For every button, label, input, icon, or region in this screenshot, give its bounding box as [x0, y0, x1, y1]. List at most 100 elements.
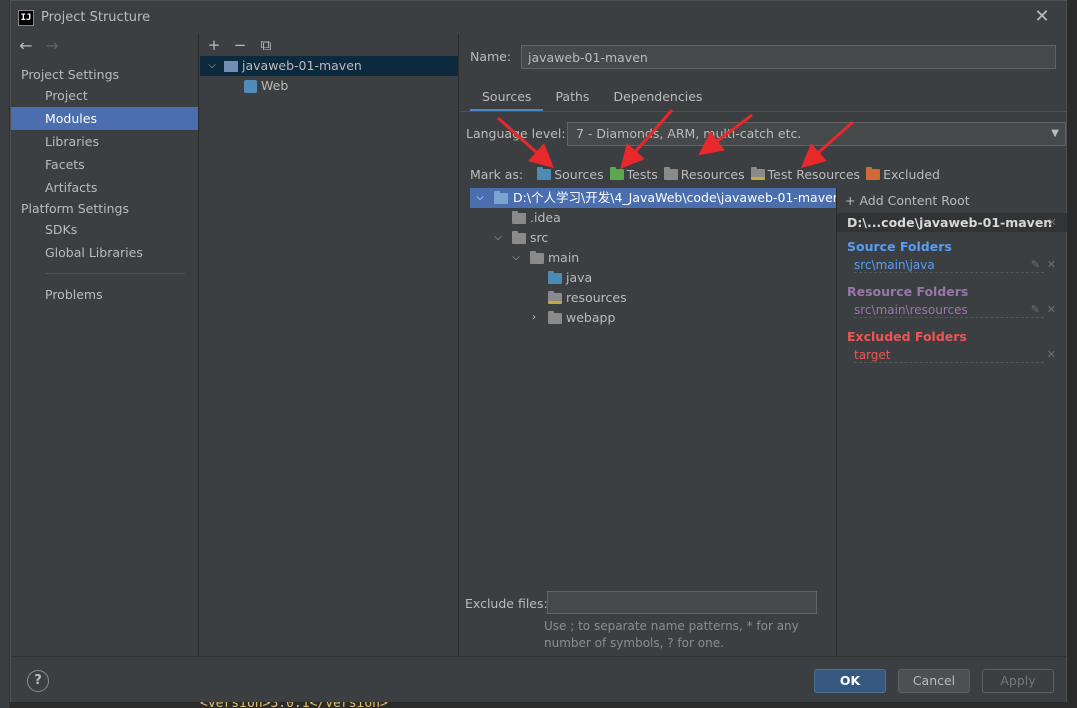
source-folder-path[interactable]: src\main\java	[854, 258, 1044, 273]
remove-excluded-icon[interactable]: ✕	[1047, 348, 1056, 361]
settings-sidebar: ← → Project Settings Project Modules Lib…	[11, 34, 199, 656]
test-resources-folder-icon	[750, 167, 765, 180]
mark-test-resources-label: Test Resources	[767, 167, 861, 182]
edit-icon[interactable]: ✎	[1031, 303, 1040, 316]
title-bar: IJ Project Structure ✕	[11, 1, 1066, 34]
facet-label: Web	[261, 78, 289, 93]
module-tree: ⌵ javaweb-01-maven Web	[200, 56, 458, 96]
mark-tests-button[interactable]: Tests	[609, 167, 658, 182]
tab-dependencies[interactable]: Dependencies	[601, 86, 714, 112]
mark-test-resources-button[interactable]: Test Resources	[750, 167, 861, 182]
copy-icon[interactable]: ⧉	[258, 36, 274, 54]
chevron-down-icon[interactable]: ⌵	[492, 228, 504, 248]
navigation-arrows: ← →	[17, 37, 61, 55]
tree-row-label: D:\个人学习\开发\4_JavaWeb\code\javaweb-01-mav…	[513, 190, 841, 205]
content-root-header: D:\...code\javaweb-01-maven ✕	[837, 213, 1067, 232]
mark-excluded-button[interactable]: Excluded	[866, 167, 940, 182]
tree-row-resources[interactable]: resources	[470, 288, 836, 308]
language-level-value: 7 - Diamonds, ARM, multi-catch etc.	[576, 126, 802, 141]
source-tree: ⌵ D:\个人学习\开发\4_JavaWeb\code\javaweb-01-m…	[470, 188, 841, 588]
chevron-down-icon[interactable]: ⌵	[206, 56, 218, 76]
module-row-web[interactable]: Web	[200, 76, 458, 96]
tree-row-idea[interactable]: .idea	[470, 208, 836, 228]
module-folder-icon	[224, 61, 238, 72]
sidebar-item-modules[interactable]: Modules	[11, 107, 198, 130]
mark-resources-button[interactable]: Resources	[663, 167, 745, 182]
add-content-root-button[interactable]: + Add Content Root	[845, 193, 970, 208]
tree-row-src[interactable]: ⌵ src	[470, 228, 836, 248]
group-platform-settings: Platform Settings	[21, 201, 129, 216]
sidebar-item-sdks[interactable]: SDKs	[11, 218, 198, 241]
module-label: javaweb-01-maven	[242, 58, 362, 73]
module-name-field[interactable]	[521, 45, 1056, 69]
tree-row-label: resources	[566, 290, 627, 305]
sources-folder-icon	[548, 271, 562, 284]
remove-icon[interactable]: −	[232, 36, 248, 54]
sidebar-item-facets[interactable]: Facets	[11, 153, 198, 176]
window-title: Project Structure	[41, 10, 151, 25]
remove-resource-icon[interactable]: ✕	[1047, 303, 1056, 316]
tree-row-main[interactable]: ⌵ main	[470, 248, 836, 268]
cancel-button[interactable]: Cancel	[898, 669, 970, 693]
folder-icon	[494, 191, 508, 204]
tests-folder-icon	[609, 167, 624, 180]
tree-row-label: src	[530, 230, 549, 245]
sidebar-item-libraries[interactable]: Libraries	[11, 130, 198, 153]
content-root-path: D:\...code\javaweb-01-maven	[847, 215, 1053, 230]
mark-sources-button[interactable]: Sources	[537, 167, 604, 182]
settings-tabs: Sources Paths Dependencies	[470, 86, 714, 112]
source-folders-heading: Source Folders	[847, 239, 952, 254]
remove-root-icon[interactable]: ✕	[1048, 213, 1057, 232]
sidebar-item-artifacts[interactable]: Artifacts	[11, 176, 198, 199]
language-level-select[interactable]: 7 - Diamonds, ARM, multi-catch etc. ▼	[567, 122, 1066, 146]
resource-folder-path[interactable]: src\main\resources	[854, 303, 1044, 318]
close-icon[interactable]: ✕	[1032, 7, 1052, 27]
mark-resources-label: Resources	[680, 167, 745, 182]
help-icon[interactable]: ?	[27, 670, 49, 692]
resource-folders-heading: Resource Folders	[847, 284, 969, 299]
tree-row-webapp[interactable]: › webapp	[470, 308, 836, 328]
tree-row-label: .idea	[530, 210, 561, 225]
tree-row-content-root[interactable]: ⌵ D:\个人学习\开发\4_JavaWeb\code\javaweb-01-m…	[470, 188, 841, 208]
forward-arrow-icon[interactable]: →	[43, 37, 61, 55]
project-structure-dialog: IJ Project Structure ✕ ← → Project Setti…	[10, 0, 1067, 702]
tabs-divider	[460, 111, 1066, 112]
module-settings: Name: Sources Paths Dependencies Languag…	[460, 34, 1067, 656]
apply-button[interactable]: Apply	[982, 669, 1054, 693]
add-icon[interactable]: +	[206, 36, 222, 54]
tree-row-java[interactable]: java	[470, 268, 836, 288]
exclude-files-label: Exclude files:	[465, 596, 548, 611]
back-arrow-icon[interactable]: ←	[17, 37, 35, 55]
chevron-right-icon[interactable]: ›	[528, 308, 540, 328]
mark-as-bar: Mark as: Sources Tests Resources Test Re…	[470, 167, 946, 182]
dropdown-arrow-icon[interactable]: ▼	[1051, 123, 1059, 145]
module-row-javaweb[interactable]: ⌵ javaweb-01-maven	[200, 56, 458, 76]
editor-gutter	[0, 0, 10, 708]
intellij-icon: IJ	[18, 10, 34, 26]
tab-paths[interactable]: Paths	[543, 86, 601, 112]
hint-line-1: Use ; to separate name patterns, * for a…	[544, 619, 799, 633]
sidebar-item-problems[interactable]: Problems	[11, 283, 198, 306]
sources-folder-icon	[537, 167, 552, 180]
excluded-folder-path[interactable]: target	[854, 348, 1044, 363]
resources-folder-icon	[663, 167, 678, 180]
mark-as-label: Mark as:	[470, 167, 524, 182]
sidebar-item-global-libraries[interactable]: Global Libraries	[11, 241, 198, 264]
tree-row-label: webapp	[566, 310, 616, 325]
tab-sources[interactable]: Sources	[470, 86, 544, 112]
chevron-down-icon[interactable]: ⌵	[510, 248, 522, 268]
sidebar-divider	[45, 273, 185, 274]
language-level-label: Language level:	[466, 126, 566, 141]
folder-icon	[530, 251, 544, 264]
ok-button[interactable]: OK	[814, 669, 886, 693]
dialog-footer: ? OK Cancel Apply	[11, 656, 1066, 702]
folder-icon	[512, 231, 526, 244]
tree-row-label: java	[566, 270, 593, 285]
remove-source-icon[interactable]: ✕	[1047, 258, 1056, 271]
exclude-files-field[interactable]	[547, 591, 817, 614]
edit-icon[interactable]: ✎	[1031, 258, 1040, 271]
chevron-down-icon[interactable]: ⌵	[474, 188, 486, 208]
hint-line-2: number of symbols, ? for one.	[544, 636, 724, 650]
sidebar-item-project[interactable]: Project	[11, 84, 198, 107]
mark-sources-label: Sources	[554, 167, 604, 182]
